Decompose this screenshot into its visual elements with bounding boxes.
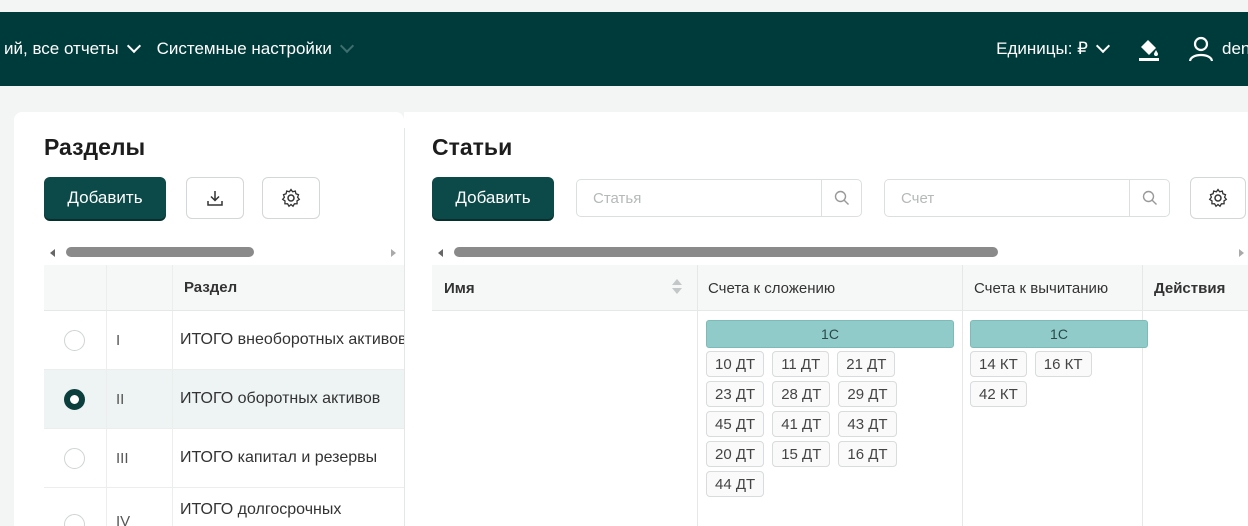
sections-table: Раздел I ИТОГО внеоборотных активов II И…: [44, 265, 404, 526]
account-tag[interactable]: 45 ДТ: [706, 411, 765, 437]
add-article-button[interactable]: Добавить: [432, 177, 554, 219]
account-tag[interactable]: 21 ДТ: [837, 351, 896, 377]
scroll-right-icon[interactable]: [1239, 249, 1244, 257]
menu-item-reports[interactable]: ий, все отчеты: [4, 38, 141, 59]
article-search-input[interactable]: [577, 180, 821, 216]
sub-accounts-tags: 14 КТ 16 КТ 42 КТ: [970, 349, 1146, 409]
articles-title: Статьи: [432, 134, 513, 160]
account-tag[interactable]: 29 ДТ: [838, 381, 897, 407]
row-number: IV: [116, 513, 131, 526]
panel-divider: [404, 128, 405, 526]
menu-item-system-settings[interactable]: Системные настройки: [156, 38, 354, 59]
table-header: Раздел: [44, 265, 404, 311]
account-search: [884, 179, 1170, 217]
gear-icon: [281, 188, 301, 208]
chevron-down-icon: [1095, 38, 1111, 54]
account-tag[interactable]: 44 ДТ: [706, 471, 765, 497]
row-number: II: [116, 391, 125, 408]
search-icon: [1142, 190, 1157, 205]
row-radio[interactable]: [64, 448, 85, 469]
account-tag[interactable]: 42 КТ: [970, 381, 1027, 407]
menu-item-label: ий, все отчеты: [4, 39, 119, 58]
scroll-left-icon[interactable]: [50, 249, 55, 257]
main-menu: ий, все отчеты Системные настройки: [4, 12, 370, 86]
paint-bucket-icon[interactable]: [1136, 36, 1162, 62]
column-header-sub-accounts[interactable]: Счета к вычитанию: [974, 265, 1108, 311]
sections-horizontal-scrollbar[interactable]: [50, 245, 396, 261]
account-tag[interactable]: 16 КТ: [1034, 351, 1092, 377]
row-number: I: [116, 332, 121, 349]
scroll-left-icon[interactable]: [438, 249, 443, 257]
scroll-right-icon[interactable]: [391, 249, 396, 257]
units-selector[interactable]: Единицы: ₽: [996, 38, 1111, 59]
article-search: [576, 179, 862, 217]
column-header-add-accounts[interactable]: Счета к сложению: [708, 265, 835, 311]
menu-item-label: Системные настройки: [156, 39, 332, 58]
account-tag[interactable]: 20 ДТ: [706, 441, 765, 467]
top-navigation-bar: ий, все отчеты Системные настройки Едини…: [0, 12, 1248, 86]
sort-icon[interactable]: [672, 279, 682, 297]
chevron-down-icon: [339, 38, 354, 54]
account-tag[interactable]: 28 ДТ: [772, 381, 831, 407]
articles-table: Имя Счета к сложению Счета к вычитанию Д…: [432, 265, 1248, 526]
account-tag[interactable]: 41 ДТ: [772, 411, 831, 437]
table-row[interactable]: I ИТОГО внеоборотных активов: [44, 311, 404, 370]
article-search-button[interactable]: [821, 180, 861, 216]
account-tag[interactable]: 16 ДТ: [838, 441, 897, 467]
row-radio-checked[interactable]: [64, 389, 85, 410]
table-row[interactable]: IV ИТОГО долгосрочных: [44, 488, 404, 526]
row-name: ИТОГО оборотных активов: [180, 390, 381, 407]
topbar-right: Единицы: ₽ den: [996, 12, 1248, 86]
table-row-selected[interactable]: II ИТОГО оборотных активов: [44, 370, 404, 429]
row-name: ИТОГО капитал и резервы: [180, 449, 378, 466]
account-tag[interactable]: 43 ДТ: [838, 411, 897, 437]
column-header-actions: Действия: [1154, 279, 1226, 297]
chevron-down-icon: [126, 38, 141, 54]
scrollbar-thumb[interactable]: [454, 247, 998, 257]
account-search-button[interactable]: [1129, 180, 1169, 216]
table-header: Имя Счета к сложению Счета к вычитанию Д…: [432, 265, 1248, 311]
row-number: III: [116, 450, 129, 467]
account-tag[interactable]: 11 ДТ: [772, 351, 830, 377]
row-name: ИТОГО внеоборотных активов: [180, 331, 404, 348]
sections-settings-button[interactable]: [262, 177, 320, 219]
add-accounts-tags: 10 ДТ 11 ДТ 21 ДТ 23 ДТ 28 ДТ 29 ДТ 45 ДТ 41 ДТ…: [706, 349, 946, 499]
account-tag[interactable]: 10 ДТ: [706, 351, 765, 377]
account-search-input[interactable]: [885, 180, 1129, 216]
column-header-name[interactable]: Имя: [444, 265, 475, 311]
articles-horizontal-scrollbar[interactable]: [438, 245, 1244, 261]
account-tag[interactable]: 23 ДТ: [706, 381, 765, 407]
row-radio[interactable]: [64, 514, 85, 526]
user-icon[interactable]: [1188, 36, 1214, 62]
account-tag[interactable]: 14 КТ: [970, 351, 1027, 377]
row-radio[interactable]: [64, 330, 85, 351]
scrollbar-thumb[interactable]: [66, 247, 254, 257]
search-icon: [834, 190, 849, 205]
add-accounts-group-header: 1С: [706, 320, 954, 348]
add-section-button[interactable]: Добавить: [44, 177, 166, 219]
column-header-section[interactable]: Раздел: [184, 279, 237, 296]
row-name: ИТОГО долгосрочных: [180, 501, 342, 518]
gear-icon: [1208, 188, 1228, 208]
articles-settings-button[interactable]: [1190, 177, 1246, 219]
table-row[interactable]: III ИТОГО капитал и резервы: [44, 429, 404, 488]
download-button[interactable]: [186, 177, 244, 219]
user-name[interactable]: den: [1222, 39, 1248, 59]
account-tag[interactable]: 15 ДТ: [772, 441, 831, 467]
units-label: Единицы: ₽: [996, 39, 1088, 58]
sections-title: Разделы: [44, 134, 146, 160]
download-icon: [207, 191, 223, 206]
sub-accounts-group-header: 1С: [970, 320, 1148, 348]
